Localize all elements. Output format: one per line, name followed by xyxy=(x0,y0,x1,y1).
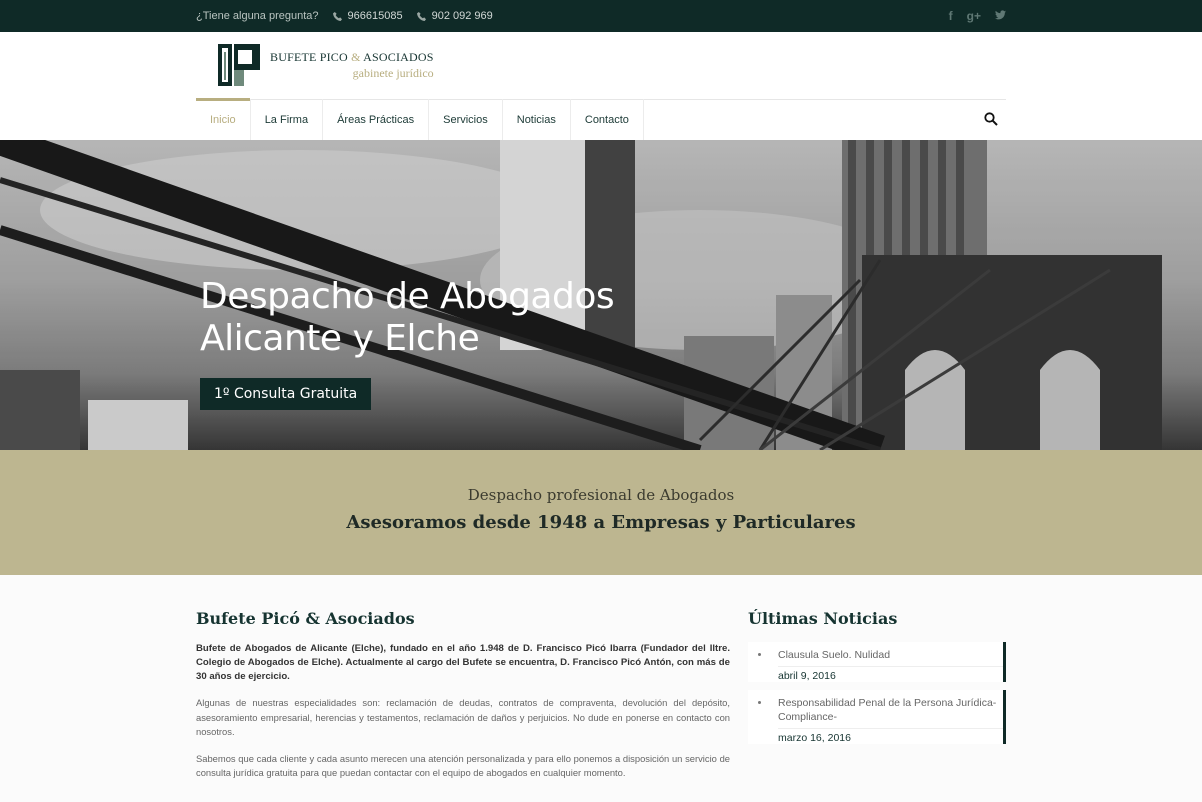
news-date: abril 9, 2016 xyxy=(778,666,1003,682)
latest-news-heading: Últimas Noticias xyxy=(748,609,898,628)
phone-number-1: 966615085 xyxy=(347,10,403,22)
nav-item-la-firma[interactable]: La Firma xyxy=(251,99,324,140)
site-header: BUFETE PICO & ASOCIADOS gabinete jurídic… xyxy=(0,32,1202,140)
content-area: Bufete Picó & Asociados Bufete de Abogad… xyxy=(196,575,1006,793)
logo-line1: BUFETE PICO xyxy=(270,49,348,64)
latest-news-section: Últimas Noticias Clausula Suelo. Nulidad… xyxy=(748,609,1006,793)
logo-line1b: ASOCIADOS xyxy=(363,49,434,64)
news-item[interactable]: Clausula Suelo. Nulidad abril 9, 2016 xyxy=(748,642,1006,682)
logo-tagline: gabinete jurídico xyxy=(352,65,434,80)
nav-item-contacto[interactable]: Contacto xyxy=(571,99,644,140)
hero-content: Despacho de Abogados Alicante y Elche 1º… xyxy=(200,276,615,410)
about-section: Bufete Picó & Asociados Bufete de Abogad… xyxy=(196,609,730,793)
hero-title: Despacho de Abogados Alicante y Elche xyxy=(200,276,615,360)
site-logo[interactable]: BUFETE PICO & ASOCIADOS gabinete jurídic… xyxy=(216,42,434,88)
news-title[interactable]: Clausula Suelo. Nulidad xyxy=(778,648,1003,662)
hero-title-line1: Despacho de Abogados xyxy=(200,276,615,317)
nav-item-inicio[interactable]: Inicio xyxy=(196,98,251,140)
nav-item-areas-practicas[interactable]: Áreas Prácticas xyxy=(323,99,430,140)
twitter-icon[interactable] xyxy=(995,9,1006,23)
google-plus-icon[interactable]: g+ xyxy=(967,9,981,23)
logo-amp: & xyxy=(351,49,361,64)
phone-icon xyxy=(416,11,426,21)
phone-link-2[interactable]: 902 092 969 xyxy=(416,10,493,22)
nav-item-servicios[interactable]: Servicios xyxy=(429,99,503,140)
hero-banner: Despacho de Abogados Alicante y Elche 1º… xyxy=(0,140,1202,450)
phone-link-1[interactable]: 966615085 xyxy=(332,10,403,22)
logo-text: BUFETE PICO & ASOCIADOS gabinete jurídic… xyxy=(270,50,434,81)
about-heading: Bufete Picó & Asociados xyxy=(196,609,415,628)
phone-icon xyxy=(332,11,342,21)
band-title: Asesoramos desde 1948 a Empresas y Parti… xyxy=(346,512,856,533)
phone-number-2: 902 092 969 xyxy=(431,10,493,22)
search-icon[interactable] xyxy=(984,112,998,126)
news-item[interactable]: Responsabilidad Penal de la Persona Jurí… xyxy=(748,690,1006,744)
top-bar: ¿Tiene alguna pregunta? 966615085 902 09… xyxy=(0,0,1202,32)
about-lead: Bufete de Abogados de Alicante (Elche), … xyxy=(196,643,730,682)
contact-question: ¿Tiene alguna pregunta? xyxy=(196,10,319,22)
about-paragraph-1: Algunas de nuestras especialidades son: … xyxy=(196,697,730,737)
logo-mark-icon xyxy=(216,42,262,88)
about-paragraph-2: Sabemos que cada cliente y cada asunto m… xyxy=(196,752,730,779)
main-nav: Inicio La Firma Áreas Prácticas Servicio… xyxy=(196,98,1006,140)
facebook-icon[interactable]: f xyxy=(949,9,953,23)
nav-item-noticias[interactable]: Noticias xyxy=(503,99,571,140)
free-consultation-button[interactable]: 1º Consulta Gratuita xyxy=(200,378,372,410)
news-title[interactable]: Responsabilidad Penal de la Persona Jurí… xyxy=(778,696,1003,724)
band-subtitle: Despacho profesional de Abogados xyxy=(467,486,735,504)
news-date: marzo 16, 2016 xyxy=(778,728,1003,744)
hero-title-line2: Alicante y Elche xyxy=(200,318,480,359)
tagline-band: Despacho profesional de Abogados Asesora… xyxy=(0,450,1202,575)
